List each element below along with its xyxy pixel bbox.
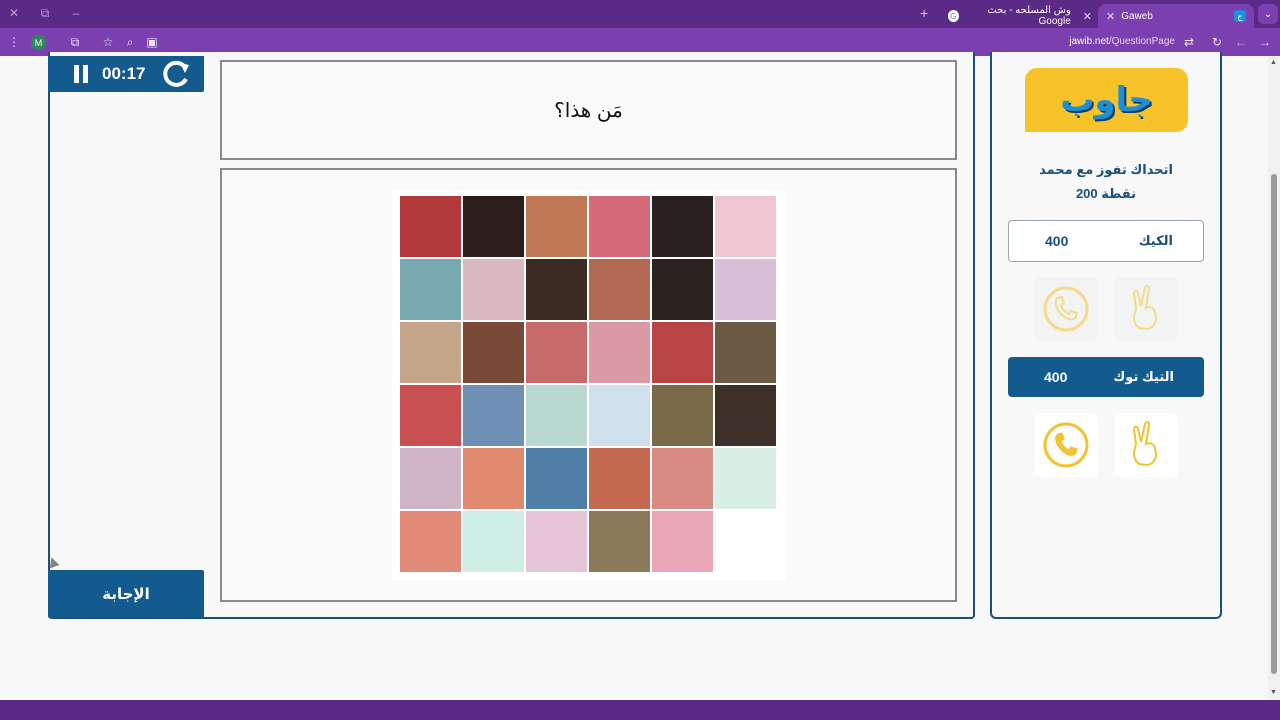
logo-text: جاوب [1060, 80, 1153, 120]
team-name: الكيك [1138, 233, 1173, 248]
two-answers-help-button[interactable] [1114, 413, 1178, 477]
jawib-logo[interactable]: جاوب [1025, 68, 1188, 132]
timer-panel: 00:17 [48, 56, 204, 92]
puzzle-tile [400, 322, 461, 383]
puzzle-tile [589, 322, 650, 383]
puzzle-tile [589, 511, 650, 572]
puzzle-tile [463, 196, 524, 257]
tab-google-search[interactable]: ✕ وش المسلحه - بحث Google G [940, 4, 1100, 28]
puzzle-tile [526, 511, 587, 572]
extensions-icon[interactable]: ⧉ [67, 34, 83, 50]
puzzle-image-grid [400, 196, 776, 572]
address-bar[interactable]: jawib.net/QuestionPage [1000, 36, 1175, 47]
puzzle-tile [526, 385, 587, 446]
puzzle-tile [652, 448, 713, 509]
phone-call-icon [1043, 422, 1089, 468]
puzzle-tile [652, 511, 713, 572]
puzzle-tile [715, 448, 776, 509]
answer-button[interactable]: الإجابة [48, 570, 204, 618]
google-favicon-icon: G [948, 10, 959, 22]
menu-dots-icon[interactable]: ⋮ [6, 34, 22, 50]
puzzle-tile [652, 385, 713, 446]
puzzle-tile [715, 259, 776, 320]
peace-hand-icon [1132, 285, 1158, 331]
team-score-row: التيك توك 400 [1008, 357, 1204, 397]
team-score: 400 [1045, 233, 1069, 249]
new-tab-icon[interactable]: + [920, 5, 928, 21]
puzzle-tile [463, 448, 524, 509]
sidebar-frame [990, 52, 1222, 619]
jawib-favicon-icon: ج [1234, 10, 1246, 22]
puzzle-tile [400, 511, 461, 572]
puzzle-tile [715, 511, 776, 572]
puzzle-tile [463, 385, 524, 446]
puzzle-tile [526, 196, 587, 257]
close-tab-icon[interactable]: ✕ [1083, 10, 1092, 23]
call-friend-help-button[interactable] [1034, 413, 1098, 477]
phone-call-icon [1043, 286, 1089, 332]
puzzle-tile [589, 259, 650, 320]
tab-search-chevron-icon[interactable]: ⌄ [1258, 4, 1278, 24]
tab-gaweb[interactable]: ج Gaweb ✕ [1098, 4, 1254, 28]
url-path: /QuestionPage [1108, 36, 1175, 47]
page-scrollbar[interactable]: ▲ ▼ [1268, 56, 1280, 700]
puzzle-tile [715, 385, 776, 446]
puzzle-tile [463, 511, 524, 572]
url-host: jawib.net [1069, 36, 1109, 47]
translate-icon[interactable]: ▣ [144, 34, 160, 50]
puzzle-tile [463, 322, 524, 383]
puzzle-tile [526, 322, 587, 383]
puzzle-tile [715, 322, 776, 383]
minimize-window-icon[interactable]: – [68, 6, 84, 20]
tab-title: Gaweb [1121, 10, 1153, 22]
timer-value: 00:17 [102, 64, 146, 83]
challenge-line: اتحداك تفوز مع محمد [1039, 162, 1173, 177]
question-box: مَن هذا؟ [220, 60, 957, 160]
question-text: مَن هذا؟ [554, 99, 623, 122]
puzzle-tile [526, 259, 587, 320]
site-settings-icon[interactable]: ⇄ [1181, 34, 1197, 50]
puzzle-tile [715, 196, 776, 257]
reload-icon[interactable]: ↻ [1209, 34, 1225, 50]
challenge-points: 200 نقطة [1075, 186, 1137, 201]
puzzle-tile [400, 385, 461, 446]
puzzle-tile [589, 385, 650, 446]
scroll-down-icon[interactable]: ▼ [1270, 689, 1277, 696]
browser-tab-bar: ✕ ⧉ – + ✕ وش المسلحه - بحث Google G ج Ga… [0, 0, 1280, 28]
back-arrow-icon[interactable]: → [1257, 34, 1273, 50]
scrollbar-thumb[interactable] [1271, 174, 1277, 674]
puzzle-tile [589, 448, 650, 509]
challenge-text: اتحداك تفوز مع محمد 200 نقطة [1000, 158, 1212, 206]
close-tab-icon[interactable]: ✕ [1106, 10, 1115, 23]
puzzle-tile [652, 322, 713, 383]
tab-title: وش المسلحه - بحث Google [987, 5, 1071, 27]
pause-icon[interactable] [74, 65, 88, 83]
forward-arrow-icon[interactable]: ← [1233, 34, 1249, 50]
puzzle-tile [652, 196, 713, 257]
peace-hand-icon [1132, 421, 1158, 467]
puzzle-tile [652, 259, 713, 320]
team-score-row: الكيك 400 [1008, 220, 1204, 262]
team-score: 400 [1044, 369, 1068, 385]
profile-avatar[interactable]: M [31, 35, 46, 50]
close-window-icon[interactable]: ✕ [6, 6, 22, 20]
puzzle-tile [526, 448, 587, 509]
zoom-icon[interactable]: ⌕ [122, 34, 138, 50]
call-friend-help-button[interactable] [1034, 277, 1098, 341]
two-answers-help-button[interactable] [1114, 277, 1178, 341]
restore-window-icon[interactable]: ⧉ [37, 6, 53, 21]
puzzle-tile [400, 448, 461, 509]
puzzle-tile [400, 196, 461, 257]
puzzle-tile [589, 196, 650, 257]
restart-timer-icon[interactable] [159, 60, 193, 88]
scroll-up-icon[interactable]: ▲ [1270, 59, 1277, 66]
team-name: التيك توك [1113, 369, 1174, 384]
footer-decor-bar [0, 700, 1280, 720]
puzzle-tile [400, 259, 461, 320]
puzzle-tile [463, 259, 524, 320]
bookmark-star-icon[interactable]: ☆ [100, 34, 116, 50]
